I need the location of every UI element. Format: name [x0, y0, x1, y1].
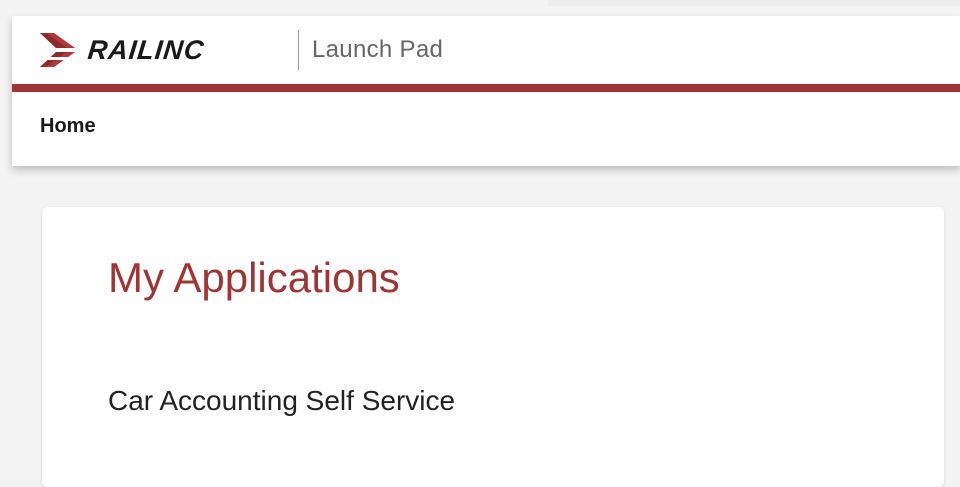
nav-bar: Home	[12, 92, 960, 166]
application-link-car-accounting[interactable]: Car Accounting Self Service	[108, 383, 455, 419]
railinc-logo-icon	[40, 33, 84, 67]
nav-home-link[interactable]: Home	[40, 112, 96, 140]
browser-top-strip	[0, 0, 960, 16]
app-name: Launch Pad	[312, 36, 444, 63]
page-title: My Applications	[108, 254, 400, 301]
railinc-logo[interactable]: RAILINC	[40, 30, 207, 70]
brand-wordmark: RAILINC	[86, 35, 207, 65]
site-header: RAILINC Launch Pad Home	[12, 16, 960, 166]
applications-card: My Applications Car Accounting Self Serv…	[42, 207, 944, 487]
header-divider	[298, 30, 299, 70]
header-accent-line	[12, 84, 960, 92]
top-strip-shade	[548, 0, 960, 6]
brand-bar: RAILINC Launch Pad	[12, 16, 960, 84]
